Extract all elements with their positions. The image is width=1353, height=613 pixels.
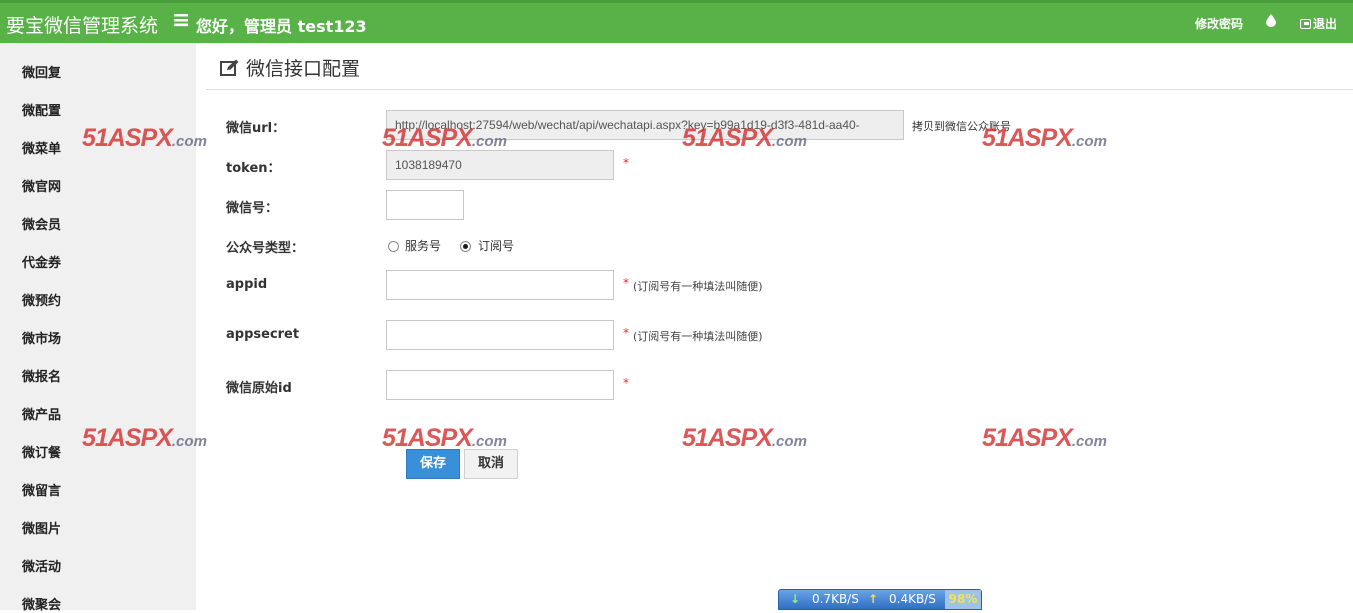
original-id-input[interactable] [386,370,614,400]
change-password-link[interactable]: 修改密码 [1195,15,1243,32]
sidebar-item-menu[interactable]: 微菜单 [22,138,61,157]
sidebar-nav: 微回复 微配置 微菜单 微官网 微会员 代金券 微预约 微市场 微报名 微产品 … [0,43,196,613]
title-divider [206,89,1353,90]
url-label: 微信url： [226,121,286,136]
wechat-id-label: 微信号： [226,201,279,216]
appsecret-hint: (订阅号有一种填法叫随便) [633,330,763,343]
appid-label: appid [226,277,268,292]
cancel-button[interactable]: 取消 [464,449,518,479]
account-type-label: 公众号类型： [226,241,305,256]
appsecret-input[interactable] [386,320,614,350]
sidebar-item-reply[interactable]: 微回复 [22,62,61,81]
sidebar-item-website[interactable]: 微官网 [22,176,61,195]
radio-subscription-account-label[interactable]: 订阅号 [478,237,514,254]
appid-required-mark: * [623,276,629,290]
sidebar-item-market[interactable]: 微市场 [22,328,61,347]
sidebar-item-activity[interactable]: 微活动 [22,556,61,575]
user-greeting: 您好，管理员 test123 [196,17,367,36]
theme-drop-icon[interactable] [1266,14,1276,30]
appid-hint: (订阅号有一种填法叫随便) [633,280,763,293]
download-arrow-icon: ↓ [790,592,801,606]
sidebar-item-config[interactable]: 微配置 [22,100,61,119]
token-label: token： [226,161,281,176]
watermark-logo: 51ASPX.com [682,424,807,452]
original-id-label: 微信原始id [226,381,292,396]
sidebar-item-order-food[interactable]: 微订餐 [22,442,61,461]
edit-icon [220,59,240,82]
top-header-bar: 要宝微信管理系统 ≡ 您好，管理员 test123 修改密码 退出 [0,0,1353,43]
sidebar-item-product[interactable]: 微产品 [22,404,61,423]
page-title-text: 微信接口配置 [246,58,361,80]
watermark-logo: 51ASPX.com [982,424,1107,452]
page-title: 微信接口配置 [220,54,360,82]
token-field[interactable]: 1038189470 [386,150,614,180]
logout-icon [1300,19,1311,29]
download-speed: 0.7KB/S [812,592,859,606]
sidebar-item-member[interactable]: 微会员 [22,214,61,233]
radio-service-account[interactable] [388,241,399,252]
app-brand-title: 要宝微信管理系统 [6,15,159,37]
radio-subscription-account[interactable] [460,241,471,252]
menu-toggle-icon[interactable]: ≡ [172,8,190,33]
radio-service-account-label[interactable]: 服务号 [405,237,441,254]
network-speed-widget[interactable]: ↓ 0.7KB/S ↑ 0.4KB/S 98% [778,589,982,610]
save-button[interactable]: 保存 [406,449,460,479]
url-field[interactable]: http://localhost:27594/web/wechat/api/we… [386,110,904,140]
sidebar-item-message[interactable]: 微留言 [22,480,61,499]
sidebar-item-images[interactable]: 微图片 [22,518,61,537]
url-copy-hint: 拷贝到微信公众账号 [912,120,1011,133]
upload-arrow-icon: ↑ [868,592,879,606]
appsecret-required-mark: * [623,326,629,340]
upload-speed: 0.4KB/S [889,592,936,606]
wechat-id-input[interactable] [386,190,464,220]
original-id-required-mark: * [623,376,629,390]
sidebar-item-voucher[interactable]: 代金券 [22,252,61,271]
sidebar-item-party[interactable]: 微聚会 [22,594,61,613]
sidebar-item-signup[interactable]: 微报名 [22,366,61,385]
token-required-mark: * [623,156,629,170]
sidebar-item-booking[interactable]: 微预约 [22,290,61,309]
logout-label: 退出 [1313,17,1338,31]
usage-percent: 98% [945,590,981,609]
appid-input[interactable] [386,270,614,300]
logout-link[interactable]: 退出 [1300,15,1337,32]
appsecret-label: appsecret [226,327,300,342]
